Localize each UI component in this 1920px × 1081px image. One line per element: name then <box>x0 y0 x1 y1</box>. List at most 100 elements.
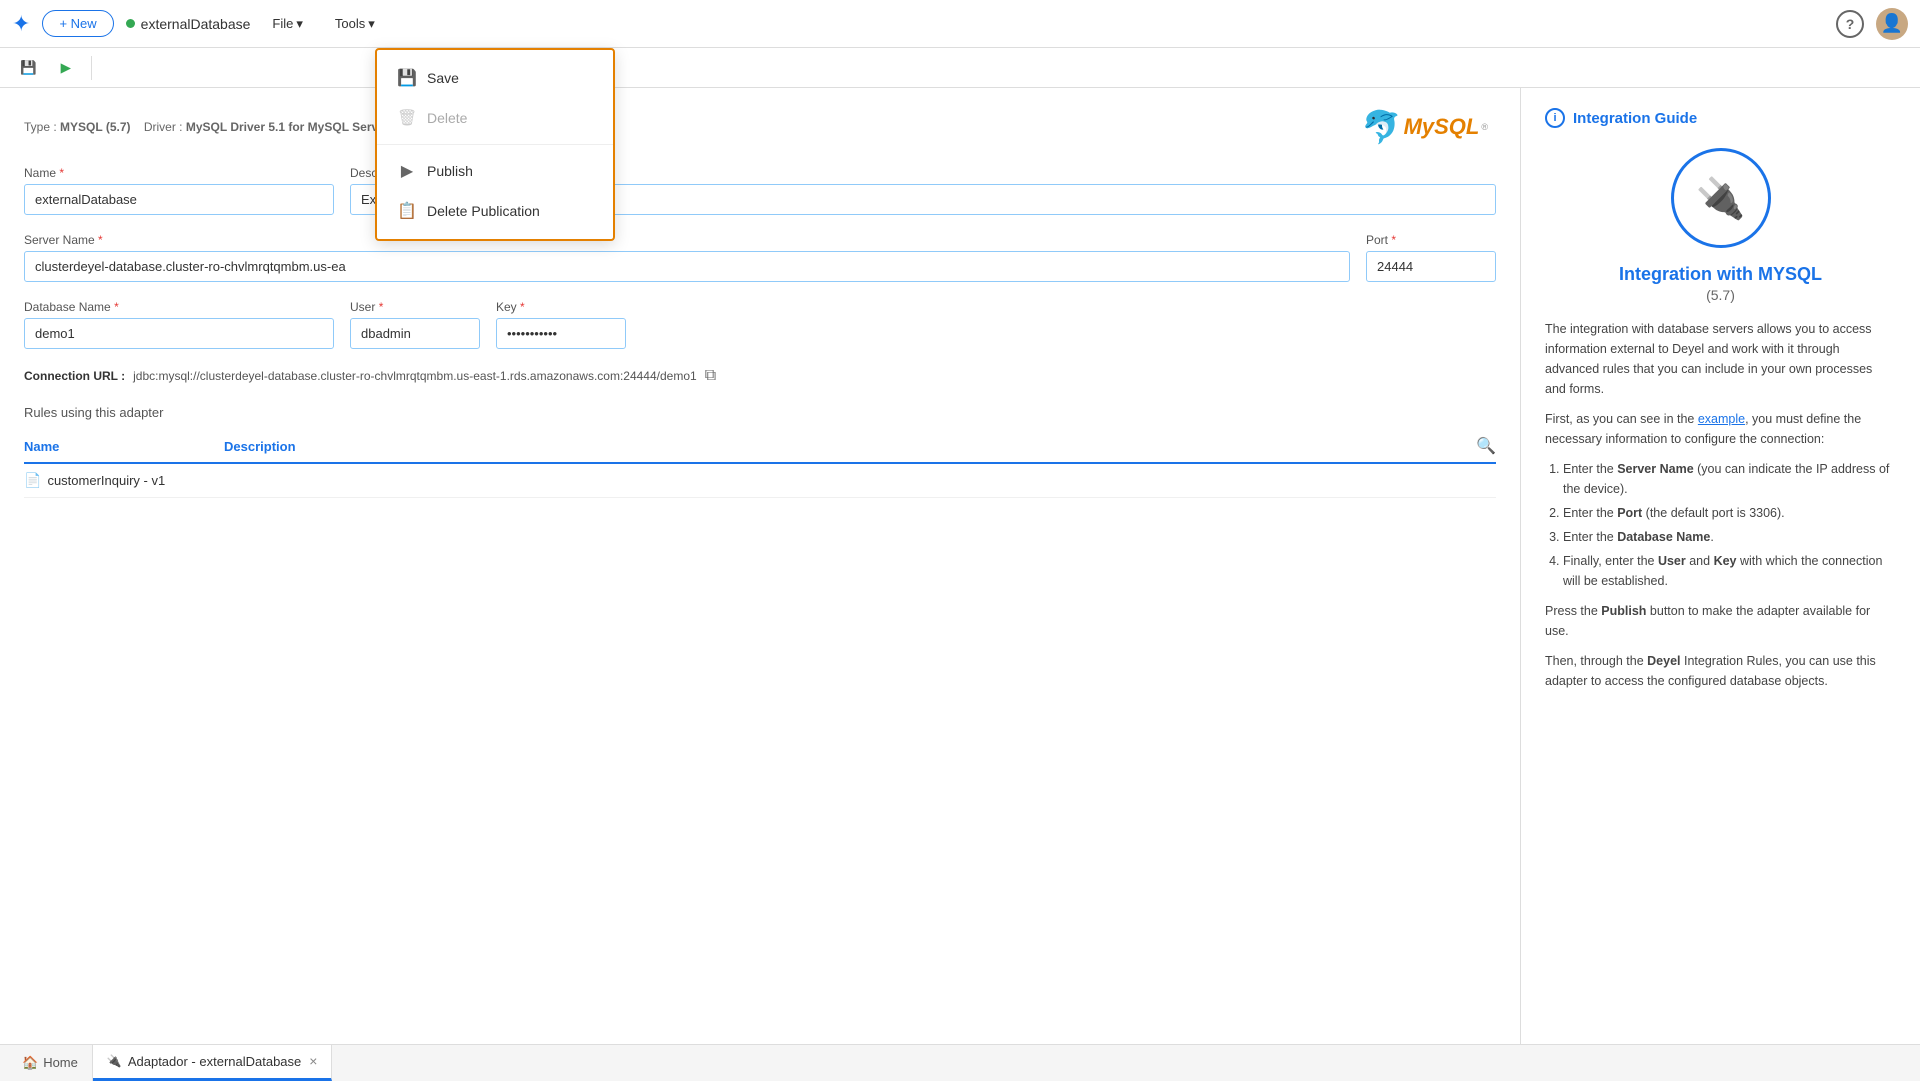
key-required: * <box>520 300 525 314</box>
type-driver-info: Type : MYSQL (5.7) Driver : MySQL Driver… <box>24 120 390 134</box>
name-label: Name * <box>24 166 334 180</box>
right-panel: i Integration Guide 🔌 Integration with M… <box>1520 88 1920 1044</box>
file-menu-label: File <box>272 16 293 31</box>
adapter-tab-close-button[interactable]: × <box>309 1053 317 1069</box>
type-value: MYSQL (5.7) <box>60 120 130 134</box>
plug-icon: 🔌 <box>1696 175 1746 222</box>
user-required: * <box>379 300 384 314</box>
integration-guide-title: Integration Guide <box>1573 110 1697 127</box>
port-field-group: Port * <box>1366 233 1496 282</box>
rules-title: Rules using this adapter <box>24 405 1496 420</box>
rules-col-desc-header[interactable]: Description <box>224 439 1476 454</box>
delete-publication-label: Delete Publication <box>427 203 540 219</box>
name-required: * <box>59 166 64 180</box>
publish-menu-item[interactable]: ▶ Publish <box>377 151 613 191</box>
file-menu[interactable]: File ▾ <box>262 11 312 37</box>
server-name-label: Server Name * <box>24 233 1350 247</box>
mysql-trademark: ® <box>1481 122 1488 132</box>
db-name-label: Database Name * <box>24 300 334 314</box>
publish-dropdown-icon: ▶ <box>397 161 417 181</box>
guide-deyel-text: Then, through the Deyel Integration Rule… <box>1545 651 1896 691</box>
mysql-dolphin-icon: 🐬 <box>1362 108 1402 146</box>
name-field-group: Name * <box>24 166 334 215</box>
nav-right: ? 👤 <box>1836 8 1908 40</box>
publish-menu-label: Publish <box>427 163 473 179</box>
top-nav: ✦ + New externalDatabase File ▾ Tools ▾ … <box>0 0 1920 48</box>
row-name[interactable]: customerInquiry - v1 <box>47 473 165 488</box>
mysql-logo: 🐬 MySQL ® <box>1362 108 1488 146</box>
user-input[interactable] <box>350 318 480 349</box>
content-panel: Type : MYSQL (5.7) Driver : MySQL Driver… <box>0 88 1520 1044</box>
save-menu-item[interactable]: 💾 Save <box>377 58 613 98</box>
name-input[interactable] <box>24 184 334 215</box>
key-label: Key * <box>496 300 626 314</box>
tools-menu[interactable]: Tools ▾ <box>325 11 385 37</box>
play-icon: ▶ <box>61 60 71 76</box>
rules-col-name-header[interactable]: Name <box>24 439 224 454</box>
adapter-tab[interactable]: 🔌 Adaptador - externalDatabase × <box>93 1045 333 1081</box>
guide-publish-text: Press the Publish button to make the ada… <box>1545 601 1896 641</box>
name-description-row: Name * Description * <box>24 166 1496 215</box>
mysql-logo-text: MySQL <box>1404 114 1480 140</box>
key-input[interactable] <box>496 318 626 349</box>
publish-bold-text: Publish <box>1601 604 1646 618</box>
rules-section: Rules using this adapter Name Descriptio… <box>24 405 1496 498</box>
guide-paragraph-2: First, as you can see in the example, yo… <box>1545 409 1896 449</box>
db-name-required: * <box>114 300 119 314</box>
copy-url-button[interactable]: ⧉ <box>705 367 716 385</box>
delete-dropdown-icon: 🗑 <box>397 108 417 128</box>
integration-guide-title-row: i Integration Guide <box>1545 108 1896 128</box>
server-name-required: * <box>98 233 103 247</box>
integration-version: (5.7) <box>1545 287 1896 303</box>
port-label: Port * <box>1366 233 1496 247</box>
db-name-field-group: Database Name * <box>24 300 334 349</box>
example-link[interactable]: example <box>1698 412 1745 426</box>
file-menu-chevron: ▾ <box>296 16 303 32</box>
user-field-group: User * <box>350 300 480 349</box>
mysql-integration-icon: 🔌 <box>1671 148 1771 248</box>
deyel-bold-text: Deyel <box>1647 654 1680 668</box>
user-label: User * <box>350 300 480 314</box>
status-dot-green <box>126 19 135 28</box>
server-name-input[interactable] <box>24 251 1350 282</box>
delete-menu-label: Delete <box>427 110 467 126</box>
db-name-input[interactable] <box>24 318 334 349</box>
driver-label: Driver : <box>144 120 183 134</box>
guide-paragraph-1: The integration with database servers al… <box>1545 319 1896 399</box>
connection-url-row: Connection URL : jdbc:mysql://clusterdey… <box>24 367 1496 385</box>
file-dropdown-menu: 💾 Save 🗑 Delete ▶ Publish 📋 Delete Publi… <box>375 48 615 241</box>
home-tab[interactable]: 🏠 Home <box>8 1045 93 1081</box>
save-menu-label: Save <box>427 70 459 86</box>
app-logo-icon[interactable]: ✦ <box>12 11 30 37</box>
save-toolbar-button[interactable]: 💾 <box>12 55 45 81</box>
row-document-icon: 📄 <box>24 472 41 489</box>
tools-menu-label: Tools <box>335 16 365 31</box>
db-name-label: externalDatabase <box>141 16 251 32</box>
main-area: Type : MYSQL (5.7) Driver : MySQL Driver… <box>0 88 1920 1044</box>
run-toolbar-button[interactable]: ▶ <box>53 55 79 81</box>
home-tab-icon: 🏠 <box>22 1055 38 1071</box>
rules-search-button[interactable]: 🔍 <box>1476 436 1496 456</box>
connection-url-label: Connection URL : <box>24 369 125 383</box>
port-input[interactable] <box>1366 251 1496 282</box>
table-row: 📄 customerInquiry - v1 <box>24 464 1496 498</box>
adapter-tab-icon: 🔌 <box>107 1054 122 1068</box>
guide-steps: Enter the Server Name (you can indicate … <box>1545 459 1896 591</box>
new-button[interactable]: + New <box>42 10 113 37</box>
server-port-row: Server Name * Port * <box>24 233 1496 282</box>
driver-value: MySQL Driver 5.1 for MySQL Server <box>186 120 390 134</box>
help-button[interactable]: ? <box>1836 10 1864 38</box>
connection-url-value: jdbc:mysql://clusterdeyel-database.clust… <box>133 369 697 383</box>
save-dropdown-icon: 💾 <box>397 68 417 88</box>
type-driver-row: Type : MYSQL (5.7) Driver : MySQL Driver… <box>24 108 1496 146</box>
save-icon: 💾 <box>20 60 37 76</box>
integration-with-mysql-title: Integration with MYSQL <box>1545 264 1896 285</box>
user-avatar[interactable]: 👤 <box>1876 8 1908 40</box>
type-label: Type : <box>24 120 57 134</box>
port-required: * <box>1391 233 1396 247</box>
rules-table-header: Name Description 🔍 <box>24 430 1496 464</box>
delete-publication-menu-item[interactable]: 📋 Delete Publication <box>377 191 613 231</box>
db-user-key-row: Database Name * User * Key * <box>24 300 1496 349</box>
toolbar-divider <box>91 56 92 80</box>
adapter-tab-label: Adaptador - externalDatabase <box>128 1054 301 1069</box>
